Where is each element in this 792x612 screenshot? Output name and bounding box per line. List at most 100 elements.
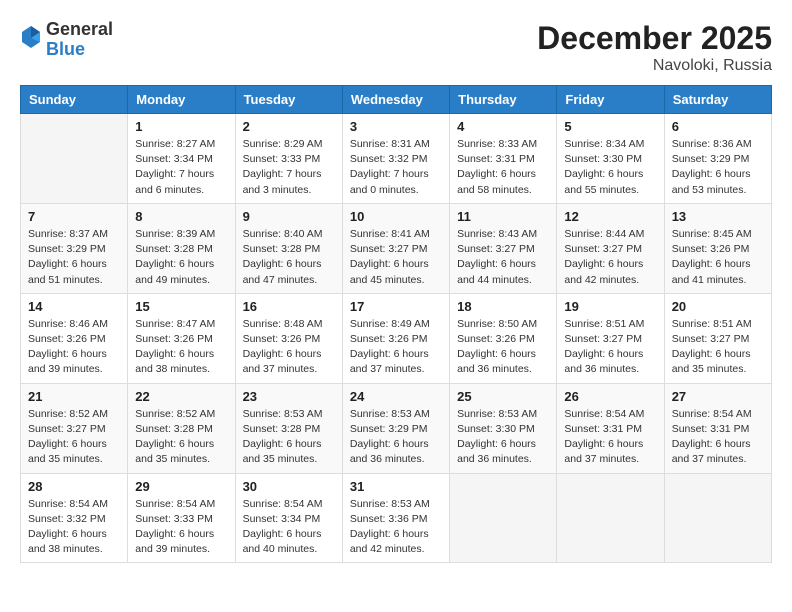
calendar-week-row: 28 Sunrise: 8:54 AMSunset: 3:32 PMDayligh… (21, 473, 772, 563)
day-number: 31 (350, 479, 442, 494)
day-number: 25 (457, 389, 549, 404)
calendar-header-row: SundayMondayTuesdayWednesdayThursdayFrid… (21, 86, 772, 114)
calendar-week-row: 1 Sunrise: 8:27 AMSunset: 3:34 PMDaylight… (21, 114, 772, 204)
day-number: 2 (243, 119, 335, 134)
day-info: Sunrise: 8:52 AMSunset: 3:27 PMDaylight:… (28, 407, 120, 468)
logo-icon (20, 24, 42, 50)
day-info: Sunrise: 8:27 AMSunset: 3:34 PMDaylight:… (135, 137, 227, 198)
calendar-cell: 17 Sunrise: 8:49 AMSunset: 3:26 PMDayligh… (342, 293, 449, 383)
calendar-cell: 31Sunrise: 8:53 AMSunset: 3:36 PMDayligh… (342, 473, 449, 563)
calendar-cell: 27Sunrise: 8:54 AMSunset: 3:31 PMDayligh… (664, 383, 771, 473)
day-info: Sunrise: 8:50 AMSunset: 3:26 PMDaylight:… (457, 317, 549, 378)
day-number: 18 (457, 299, 549, 314)
calendar-cell: 18 Sunrise: 8:50 AMSunset: 3:26 PMDayligh… (450, 293, 557, 383)
day-number: 15 (135, 299, 227, 314)
logo-general-text: General (46, 19, 113, 39)
day-info: Sunrise: 8:41 AMSunset: 3:27 PMDaylight:… (350, 227, 442, 288)
day-number: 8 (135, 209, 227, 224)
calendar-day-header: Wednesday (342, 86, 449, 114)
day-info: Sunrise: 8:54 AMSunset: 3:33 PMDaylight:… (135, 497, 227, 558)
day-info: Sunrise: 8:54 AMSunset: 3:31 PMDaylight:… (564, 407, 656, 468)
day-number: 3 (350, 119, 442, 134)
day-number: 17 (350, 299, 442, 314)
calendar-cell: 26Sunrise: 8:54 AMSunset: 3:31 PMDayligh… (557, 383, 664, 473)
day-info: Sunrise: 8:46 AMSunset: 3:26 PMDaylight:… (28, 317, 120, 378)
day-info: Sunrise: 8:49 AMSunset: 3:26 PMDaylight:… (350, 317, 442, 378)
calendar-cell (450, 473, 557, 563)
day-info: Sunrise: 8:54 AMSunset: 3:32 PMDaylight:… (28, 497, 120, 558)
day-number: 11 (457, 209, 549, 224)
calendar-cell: 25 Sunrise: 8:53 AMSunset: 3:30 PMDayligh… (450, 383, 557, 473)
page-header: General Blue December 2025 Navoloki, Rus… (20, 20, 772, 75)
day-info: Sunrise: 8:34 AMSunset: 3:30 PMDaylight:… (564, 137, 656, 198)
day-info: Sunrise: 8:29 AMSunset: 3:33 PMDaylight:… (243, 137, 335, 198)
day-info: Sunrise: 8:36 AMSunset: 3:29 PMDaylight:… (672, 137, 764, 198)
calendar-cell: 5 Sunrise: 8:34 AMSunset: 3:30 PMDaylight… (557, 114, 664, 204)
logo-blue-text: Blue (46, 39, 85, 59)
calendar-cell: 16 Sunrise: 8:48 AMSunset: 3:26 PMDayligh… (235, 293, 342, 383)
calendar-cell: 4 Sunrise: 8:33 AMSunset: 3:31 PMDaylight… (450, 114, 557, 204)
calendar-day-header: Saturday (664, 86, 771, 114)
calendar-cell: 7 Sunrise: 8:37 AMSunset: 3:29 PMDaylight… (21, 203, 128, 293)
day-number: 5 (564, 119, 656, 134)
page-title: December 2025 (537, 20, 772, 57)
calendar-cell: 15Sunrise: 8:47 AMSunset: 3:26 PMDayligh… (128, 293, 235, 383)
day-number: 24 (350, 389, 442, 404)
day-info: Sunrise: 8:43 AMSunset: 3:27 PMDaylight:… (457, 227, 549, 288)
day-info: Sunrise: 8:51 AMSunset: 3:27 PMDaylight:… (672, 317, 764, 378)
calendar-cell: 3 Sunrise: 8:31 AMSunset: 3:32 PMDaylight… (342, 114, 449, 204)
day-number: 7 (28, 209, 120, 224)
day-number: 21 (28, 389, 120, 404)
day-info: Sunrise: 8:48 AMSunset: 3:26 PMDaylight:… (243, 317, 335, 378)
calendar-cell: 10Sunrise: 8:41 AMSunset: 3:27 PMDayligh… (342, 203, 449, 293)
day-number: 19 (564, 299, 656, 314)
day-number: 16 (243, 299, 335, 314)
day-number: 28 (28, 479, 120, 494)
calendar-cell: 20 Sunrise: 8:51 AMSunset: 3:27 PMDayligh… (664, 293, 771, 383)
calendar-cell: 21 Sunrise: 8:52 AMSunset: 3:27 PMDayligh… (21, 383, 128, 473)
calendar-cell (21, 114, 128, 204)
day-number: 29 (135, 479, 227, 494)
page-subtitle: Navoloki, Russia (537, 57, 772, 75)
day-info: Sunrise: 8:44 AMSunset: 3:27 PMDaylight:… (564, 227, 656, 288)
day-number: 13 (672, 209, 764, 224)
day-info: Sunrise: 8:33 AMSunset: 3:31 PMDaylight:… (457, 137, 549, 198)
day-info: Sunrise: 8:53 AMSunset: 3:28 PMDaylight:… (243, 407, 335, 468)
calendar-cell: 11 Sunrise: 8:43 AMSunset: 3:27 PMDayligh… (450, 203, 557, 293)
day-number: 1 (135, 119, 227, 134)
day-info: Sunrise: 8:40 AMSunset: 3:28 PMDaylight:… (243, 227, 335, 288)
calendar-cell: 28 Sunrise: 8:54 AMSunset: 3:32 PMDayligh… (21, 473, 128, 563)
calendar-day-header: Tuesday (235, 86, 342, 114)
day-info: Sunrise: 8:53 AMSunset: 3:29 PMDaylight:… (350, 407, 442, 468)
calendar-day-header: Thursday (450, 86, 557, 114)
day-number: 14 (28, 299, 120, 314)
calendar-cell: 14 Sunrise: 8:46 AMSunset: 3:26 PMDayligh… (21, 293, 128, 383)
calendar-table: SundayMondayTuesdayWednesdayThursdayFrid… (20, 85, 772, 563)
calendar-week-row: 14 Sunrise: 8:46 AMSunset: 3:26 PMDayligh… (21, 293, 772, 383)
calendar-cell: 29 Sunrise: 8:54 AMSunset: 3:33 PMDayligh… (128, 473, 235, 563)
day-info: Sunrise: 8:31 AMSunset: 3:32 PMDaylight:… (350, 137, 442, 198)
day-number: 20 (672, 299, 764, 314)
day-info: Sunrise: 8:52 AMSunset: 3:28 PMDaylight:… (135, 407, 227, 468)
day-info: Sunrise: 8:54 AMSunset: 3:34 PMDaylight:… (243, 497, 335, 558)
calendar-cell (557, 473, 664, 563)
calendar-cell (664, 473, 771, 563)
calendar-cell: 12Sunrise: 8:44 AMSunset: 3:27 PMDayligh… (557, 203, 664, 293)
calendar-week-row: 7 Sunrise: 8:37 AMSunset: 3:29 PMDaylight… (21, 203, 772, 293)
calendar-cell: 1 Sunrise: 8:27 AMSunset: 3:34 PMDaylight… (128, 114, 235, 204)
calendar-cell: 24 Sunrise: 8:53 AMSunset: 3:29 PMDayligh… (342, 383, 449, 473)
calendar-cell: 2 Sunrise: 8:29 AMSunset: 3:33 PMDaylight… (235, 114, 342, 204)
calendar-week-row: 21 Sunrise: 8:52 AMSunset: 3:27 PMDayligh… (21, 383, 772, 473)
day-info: Sunrise: 8:53 AMSunset: 3:30 PMDaylight:… (457, 407, 549, 468)
day-number: 4 (457, 119, 549, 134)
calendar-cell: 30Sunrise: 8:54 AMSunset: 3:34 PMDayligh… (235, 473, 342, 563)
day-info: Sunrise: 8:51 AMSunset: 3:27 PMDaylight:… (564, 317, 656, 378)
calendar-cell: 19 Sunrise: 8:51 AMSunset: 3:27 PMDayligh… (557, 293, 664, 383)
calendar-day-header: Monday (128, 86, 235, 114)
logo: General Blue (20, 20, 113, 60)
calendar-cell: 8Sunrise: 8:39 AMSunset: 3:28 PMDaylight… (128, 203, 235, 293)
day-info: Sunrise: 8:45 AMSunset: 3:26 PMDaylight:… (672, 227, 764, 288)
calendar-cell: 6Sunrise: 8:36 AMSunset: 3:29 PMDaylight… (664, 114, 771, 204)
day-info: Sunrise: 8:37 AMSunset: 3:29 PMDaylight:… (28, 227, 120, 288)
day-number: 23 (243, 389, 335, 404)
